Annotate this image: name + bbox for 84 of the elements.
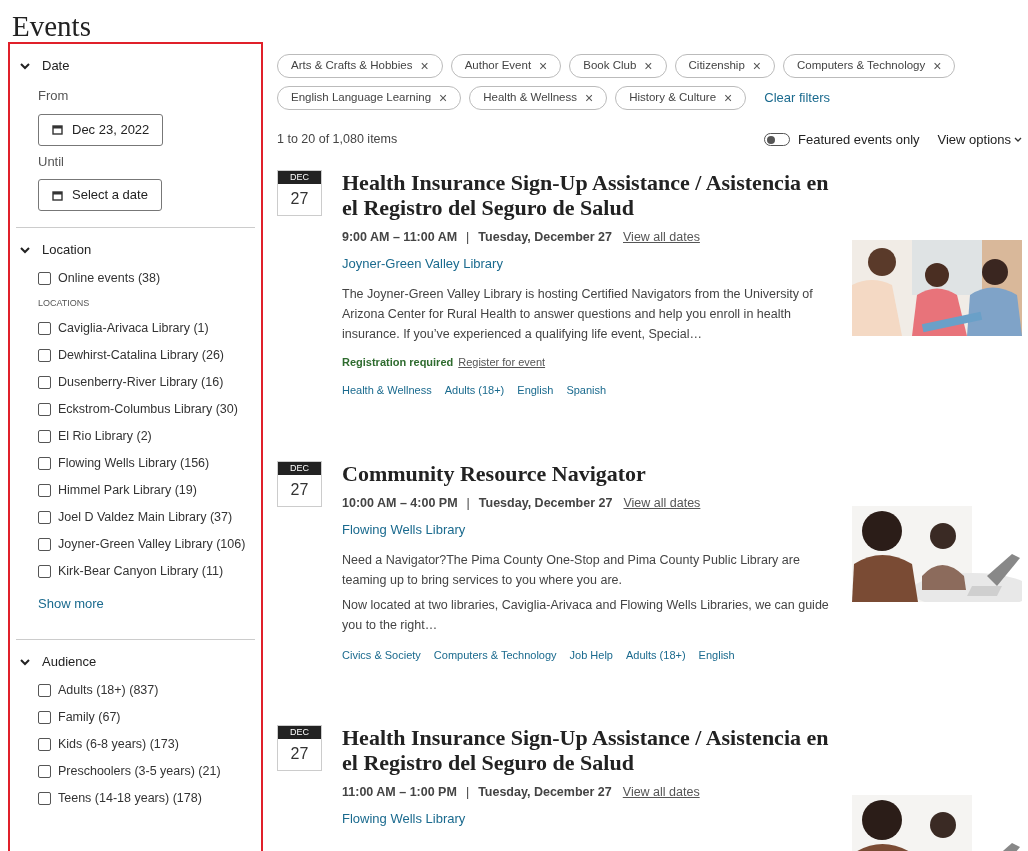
calendar-icon xyxy=(52,189,63,201)
event-description: Need a Navigator?The Pima County One-Stop and Pima County Public Library are teaming up to bring services to you where you are. xyxy=(342,551,801,589)
checkbox[interactable] xyxy=(38,321,51,335)
checkbox-label: Kirk-Bear Canyon Library (11) xyxy=(58,562,224,580)
tag-link[interactable]: English xyxy=(517,382,554,399)
checkbox-label: Dusenberry-River Library (16) xyxy=(58,373,224,391)
tag-link[interactable]: Spanish xyxy=(566,382,607,399)
checkbox[interactable] xyxy=(38,738,51,751)
tag-link[interactable]: Job Help xyxy=(569,646,613,663)
checkbox[interactable] xyxy=(38,765,51,778)
location-link[interactable]: Joyner-Green Valley Library xyxy=(342,255,503,272)
checkbox-label: Family (67) xyxy=(58,709,121,726)
event-title[interactable]: Health Insurance Sign-Up Assistance / Asistencia en el Registro del Seguro de Salud xyxy=(342,169,832,220)
event-time: 10:00 AM – 4:00 PM xyxy=(342,494,458,511)
separator: | xyxy=(465,784,470,800)
checkbox-label: Flowing Wells Library (156) xyxy=(58,454,210,472)
checkbox[interactable] xyxy=(38,537,51,551)
view-all-dates-link[interactable]: View all dates xyxy=(623,494,701,511)
group-heading: LOCATIONS xyxy=(38,297,90,310)
tag-link[interactable]: Computers & Technology xyxy=(433,646,557,663)
page-title: Events xyxy=(12,9,91,44)
date-badge: DEC 27 xyxy=(277,460,322,507)
tag-link[interactable]: English xyxy=(698,646,735,663)
caret-icon xyxy=(1014,136,1022,144)
view-all-dates-link[interactable]: View all dates xyxy=(623,228,700,245)
event-time: 11:00 AM – 1:00 PM xyxy=(342,784,457,800)
separator: | xyxy=(466,228,470,245)
clear-filters-link[interactable]: Clear filters xyxy=(764,88,831,108)
calendar-icon xyxy=(52,124,63,135)
checkbox-label: Adults (18+) (837) xyxy=(58,682,159,699)
checkbox-label: Caviglia-Arivaca Library (1) xyxy=(58,319,209,337)
register-link[interactable]: Register for event xyxy=(458,353,546,370)
tag-link[interactable]: Adults (18+) xyxy=(444,382,505,399)
date-button[interactable]: Dec 23, 2022 xyxy=(38,113,164,146)
date-button[interactable]: Select a date xyxy=(38,179,162,211)
event-title[interactable]: Community Resource Navigator xyxy=(342,460,646,486)
checkbox-label: Joyner-Green Valley Library (106) xyxy=(58,535,246,553)
date-badge: DEC 27 xyxy=(277,725,322,771)
event-time: 9:00 AM – 11:00 AM xyxy=(342,228,458,245)
checkbox[interactable] xyxy=(38,375,51,389)
checkbox-label: Himmel Park Library (19) xyxy=(58,481,197,499)
event-date: Tuesday, December 27 xyxy=(478,494,613,511)
tag-link[interactable]: Adults (18+) xyxy=(626,646,686,663)
checkbox-label: Online events (38) xyxy=(58,270,161,287)
event-description: The Joyner-Green Valley Library is hosting Certified Navigators from the University of Arizona Center for Rural Health to answer questions and help you enroll in health insurance. If you’ve experienced a qualifying life event, Special… xyxy=(342,285,814,343)
show-more-link[interactable]: Show more xyxy=(38,593,104,613)
checkbox-label: Kids (6-8 years) (173) xyxy=(58,736,179,753)
event-date: Tuesday, December 27 xyxy=(478,228,612,245)
event-date: Tuesday, December 27 xyxy=(478,784,612,800)
date-badge: DEC 27 xyxy=(277,169,322,216)
checkbox[interactable] xyxy=(38,402,51,416)
tag-link[interactable]: Civics & Society xyxy=(342,646,421,663)
field-label: Until xyxy=(38,152,64,171)
checkbox[interactable] xyxy=(38,792,51,805)
checkbox-label: Eckstrom-Columbus Library (30) xyxy=(58,400,238,418)
checkbox[interactable] xyxy=(38,483,51,497)
field-label: From xyxy=(38,87,69,105)
checkbox[interactable] xyxy=(38,510,51,524)
checkbox[interactable] xyxy=(38,348,51,362)
checkbox-label: Joel D Valdez Main Library (37) xyxy=(58,508,233,526)
checkbox[interactable] xyxy=(38,272,51,285)
location-link[interactable]: Flowing Wells Library xyxy=(342,521,466,538)
registration-status: Registration required xyxy=(342,354,454,370)
results-count: 1 to 20 of 1,080 items xyxy=(277,131,398,149)
section-toggle[interactable]: Date xyxy=(16,56,70,76)
featured-toggle[interactable]: Featured events only xyxy=(764,130,920,150)
section-toggle[interactable]: Location xyxy=(16,240,92,260)
checkbox[interactable] xyxy=(38,429,51,443)
tag-link[interactable]: Health & Wellness xyxy=(342,382,432,399)
view-all-dates-link[interactable]: View all dates xyxy=(622,784,700,800)
checkbox-label: Teens (14-18 years) (178) xyxy=(58,790,202,807)
event-title[interactable]: Health Insurance Sign-Up Assistance / Asistencia en el Registro del Seguro de Salud xyxy=(342,725,832,775)
checkbox[interactable] xyxy=(38,456,51,470)
separator: | xyxy=(466,494,470,511)
checkbox-label: El Rio Library (2) xyxy=(58,427,152,445)
section-toggle[interactable]: Audience xyxy=(16,652,97,672)
location-link[interactable]: Flowing Wells Library xyxy=(342,811,466,827)
checkbox-label: Dewhirst-Catalina Library (26) xyxy=(58,346,225,364)
view-options-button[interactable]: View options xyxy=(937,130,1022,150)
checkbox-label: Preschoolers (3-5 years) (21) xyxy=(58,763,221,780)
checkbox[interactable] xyxy=(38,711,51,724)
checkbox[interactable] xyxy=(38,684,51,697)
event-description: Now located at two libraries, Caviglia-Arivaca and Flowing Wells Libraries, we can guide you to the right… xyxy=(342,596,830,634)
checkbox[interactable] xyxy=(38,564,51,578)
